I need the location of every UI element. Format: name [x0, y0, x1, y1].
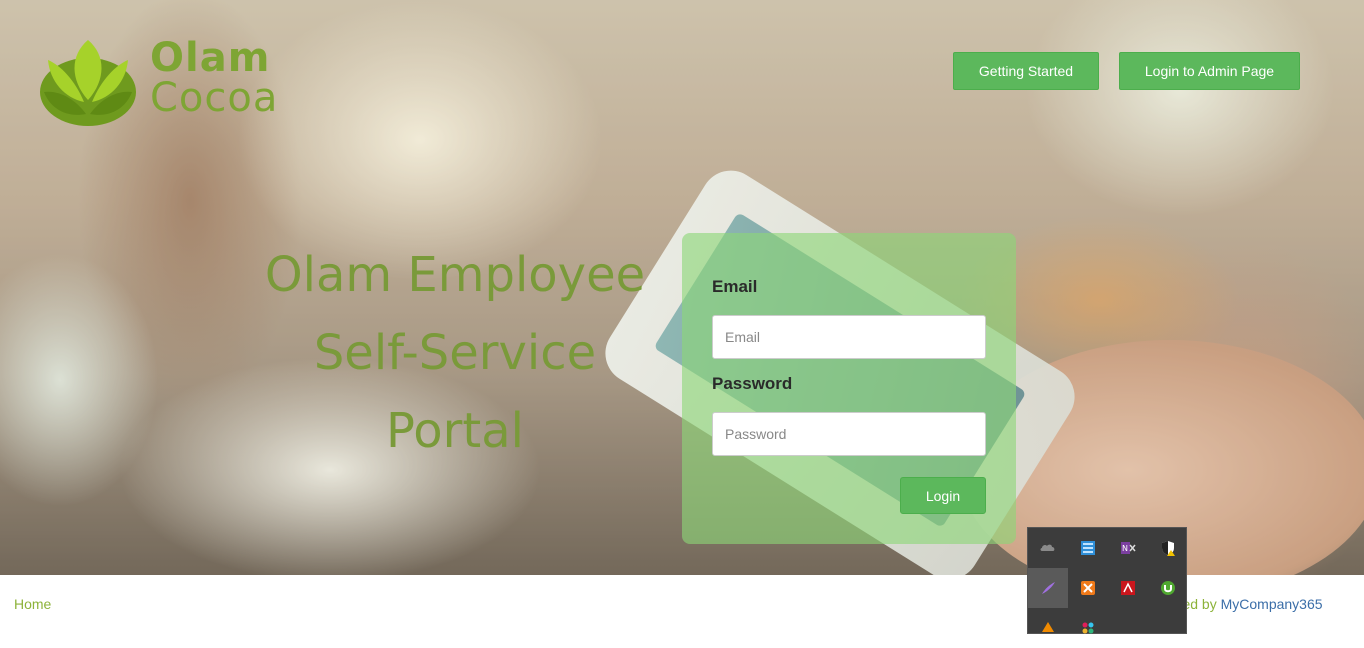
slack-icon[interactable] — [1068, 608, 1108, 648]
mycompany365-link[interactable]: MyCompany365 — [1221, 596, 1323, 612]
vlc-icon[interactable] — [1028, 608, 1068, 648]
brand-logo[interactable]: Olam Cocoa — [40, 30, 300, 130]
password-field[interactable] — [712, 412, 986, 456]
footer-powered-by: ered by MyCompany365 — [1170, 596, 1323, 612]
onedrive-icon[interactable] — [1028, 528, 1068, 568]
password-label: Password — [712, 374, 793, 393]
cocoa-leaf-logo-icon — [40, 40, 136, 126]
brand-name-line1: Olam — [150, 35, 271, 81]
svg-text:N: N — [1122, 544, 1128, 553]
network-icon[interactable] — [1068, 528, 1108, 568]
security-shield-icon[interactable] — [1148, 528, 1188, 568]
brand-wordmark: Olam Cocoa — [150, 38, 278, 118]
adobe-acrobat-icon[interactable] — [1108, 568, 1148, 608]
email-label: Email — [712, 277, 758, 296]
portal-title-line2: Self-Service — [313, 325, 597, 381]
feather-pen-icon[interactable] — [1028, 568, 1068, 608]
login-form: Email Password Login — [682, 233, 1016, 544]
email-field[interactable] — [712, 315, 986, 359]
hero-background: Olam Cocoa Getting Started Login to Admi… — [0, 0, 1364, 575]
utorrent-icon[interactable] — [1148, 568, 1188, 608]
portal-title: Olam Employee Self-Service Portal — [240, 236, 670, 470]
onenote-clipper-icon[interactable]: N — [1108, 528, 1148, 568]
system-tray-overflow: N — [1027, 527, 1187, 634]
portal-title-line3: Portal — [386, 403, 524, 459]
getting-started-button[interactable]: Getting Started — [953, 52, 1099, 90]
brand-name-line2: Cocoa — [150, 75, 279, 121]
admin-login-button[interactable]: Login to Admin Page — [1119, 52, 1300, 90]
portal-title-line1: Olam Employee — [264, 247, 646, 303]
footer-home-link[interactable]: Home — [14, 596, 51, 612]
login-button[interactable]: Login — [900, 477, 986, 514]
xampp-icon[interactable] — [1068, 568, 1108, 608]
